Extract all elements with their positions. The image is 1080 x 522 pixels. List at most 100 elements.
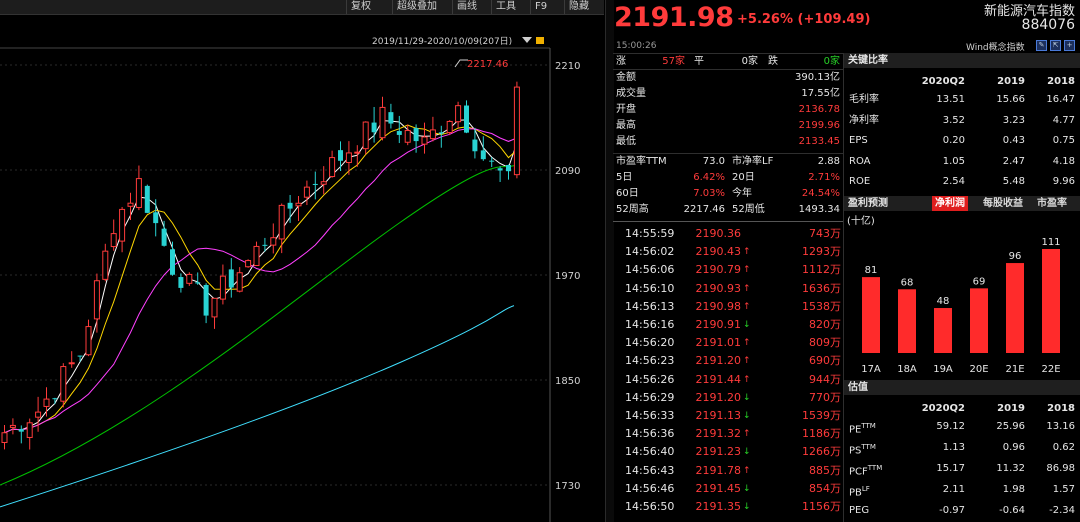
period-dropdown-icon[interactable]: [522, 37, 532, 43]
ratio-label-text: 毛利率: [849, 94, 879, 105]
forecast-category-label: 19A: [933, 364, 953, 375]
stat-label: 最高: [616, 120, 636, 131]
tick-time: 14:56:43: [625, 463, 675, 477]
tick-time: 14:56:36: [625, 427, 675, 441]
tick-price: 2191.13: [695, 409, 742, 422]
tick-volume: 1156万: [802, 500, 841, 513]
tick-row[interactable]: 14:56:40 2191.23 ↓ 1266万: [613, 444, 843, 461]
arrow-up-icon: ↑: [743, 247, 751, 258]
tick-row[interactable]: 14:56:36 2191.32 ↑ 1186万: [613, 426, 843, 443]
tab-eps[interactable]: 每股收益: [980, 196, 1026, 211]
candlestick-chart[interactable]: 2210 2090 1970 1850 1730 2019/11/29-2020/10/…: [0, 15, 605, 522]
tick-price: 2191.01: [695, 336, 742, 350]
candle-up: [127, 202, 134, 207]
stats-divider-2: [613, 153, 843, 154]
candle-down: [228, 269, 234, 288]
candle-up: [270, 237, 277, 246]
unchanged-count: 0家: [741, 56, 758, 67]
candle-up: [9, 424, 16, 428]
tab-pe[interactable]: 市盈率: [1034, 196, 1070, 211]
link-icon[interactable]: ⇱: [1050, 40, 1061, 51]
stats-divider-3: [613, 221, 843, 222]
tick-row[interactable]: 14:56:20 2191.01 ↑ 809万: [613, 335, 843, 352]
tick-row[interactable]: 14:56:50 2191.35 ↓ 1156万: [613, 499, 843, 516]
toolbar-item-draw-line[interactable]: 画线: [452, 0, 481, 14]
tick-row[interactable]: 14:56:43 2191.78 ↑ 885万: [613, 463, 843, 480]
tick-row[interactable]: 14:56:26 2191.44 ↑ 944万: [613, 372, 843, 389]
toolbar-item-hide[interactable]: 隐藏: [564, 0, 593, 14]
toolbar-item-f9[interactable]: F9: [530, 0, 551, 14]
candle-up: [329, 157, 336, 178]
candle-down: [287, 202, 293, 209]
forecast-bar: [1006, 263, 1024, 353]
tick-price: 2191.35: [695, 500, 742, 513]
tick-volume: 820万: [809, 318, 841, 331]
app-window: 复权 超级叠加 画线 工具 F9 隐藏 2210 2090 1970 1850 1730…: [0, 0, 1080, 522]
forecast-title: 盈利预测: [848, 198, 888, 209]
index-code: 884076: [1021, 17, 1075, 33]
ratio-label: 毛利率: [849, 93, 879, 106]
candle-down: [161, 228, 167, 246]
tick-row[interactable]: 14:56:46 2191.45 ↓ 854万: [613, 481, 843, 498]
year-header: 2020Q2: [921, 76, 965, 87]
price-tick-label: 1730: [555, 481, 580, 492]
ratio-label: 净利率: [849, 114, 879, 127]
tick-row[interactable]: 14:56:02 2190.43 ↑ 1293万: [613, 244, 843, 261]
grid-label: 52周高: [616, 204, 649, 215]
candle-up: [303, 186, 310, 198]
key-ratios-title: 关键比率: [848, 55, 888, 66]
ratio-label: EPS: [849, 134, 868, 147]
arrow-up-icon: ↑: [743, 283, 751, 294]
tick-time: 14:56:46: [625, 481, 675, 495]
edit-icon[interactable]: ✎: [1036, 40, 1047, 51]
ma60-line: [0, 165, 515, 486]
arrow-down-icon: ↓: [743, 502, 751, 512]
toolbar-item-restore-rights[interactable]: 复权: [346, 0, 375, 14]
tick-row[interactable]: 14:56:10 2190.93 ↑ 1636万: [613, 281, 843, 298]
tick-row[interactable]: 14:56:16 2190.91 ↓ 820万: [613, 317, 843, 334]
candle-down: [170, 249, 175, 275]
tick-row[interactable]: 14:56:29 2191.20 ↓ 770万: [613, 390, 843, 407]
forecast-category-label: 22E: [1041, 364, 1060, 375]
ma120-line: [0, 305, 515, 508]
tick-row[interactable]: 14:56:33 2191.13 ↓ 1539万: [613, 408, 843, 425]
ratio-label: PCFTTM: [849, 462, 882, 478]
forecast-bar: [934, 308, 952, 353]
candlestick-chart-svg[interactable]: 2210 2090 1970 1850 1730 2019/11/29-2020/10/…: [0, 15, 605, 522]
tick-time: 14:56:16: [625, 318, 675, 331]
toolbar-item-tools[interactable]: 工具: [491, 0, 520, 14]
candle-down: [144, 185, 150, 213]
tick-row[interactable]: 14:55:59 2190.36 743万: [613, 226, 843, 243]
tick-volume: 1636万: [802, 281, 841, 295]
candle-up: [354, 151, 361, 154]
forecast-bar-value: 69: [973, 276, 986, 287]
stat-label: 最低: [616, 136, 636, 147]
grid-value: 6.42%: [693, 172, 725, 183]
tick-row[interactable]: 14:56:06 2190.79 ↑ 1112万: [613, 262, 843, 279]
candle-up: [60, 366, 67, 402]
ma20-line: [4, 128, 518, 434]
candle-down: [472, 139, 478, 152]
candle-down: [464, 105, 469, 133]
price-tick-label: 2210: [555, 61, 580, 72]
year-header: 2018: [1047, 76, 1075, 87]
forecast-category-label: 17A: [861, 364, 881, 375]
lock-icon[interactable]: [536, 37, 544, 44]
forecast-bar: [862, 277, 880, 353]
grid-value: 2217.46: [683, 204, 725, 215]
add-icon[interactable]: +: [1064, 40, 1075, 51]
tick-row[interactable]: 14:56:13 2190.98 ↑ 1538万: [613, 299, 843, 316]
tab-net-profit[interactable]: 净利润: [932, 196, 968, 211]
tick-price: 2191.44: [695, 372, 742, 386]
wind-concept-index-label[interactable]: Wind概念指数: [966, 40, 1025, 53]
candle-up: [219, 275, 226, 300]
ratio-label: PSTTM: [849, 441, 876, 457]
toolbar-item-super-overlay[interactable]: 超级叠加: [392, 0, 441, 14]
candle-down: [262, 244, 268, 246]
tick-row[interactable]: 14:56:23 2191.20 ↑ 690万: [613, 353, 843, 370]
arrow-up-icon: ↑: [743, 374, 751, 385]
decliners-count: 0家: [823, 56, 840, 67]
ratio-value: 0.20: [942, 135, 965, 146]
ratio-label-text: EPS: [849, 135, 868, 146]
tick-time: 14:56:33: [625, 409, 675, 422]
